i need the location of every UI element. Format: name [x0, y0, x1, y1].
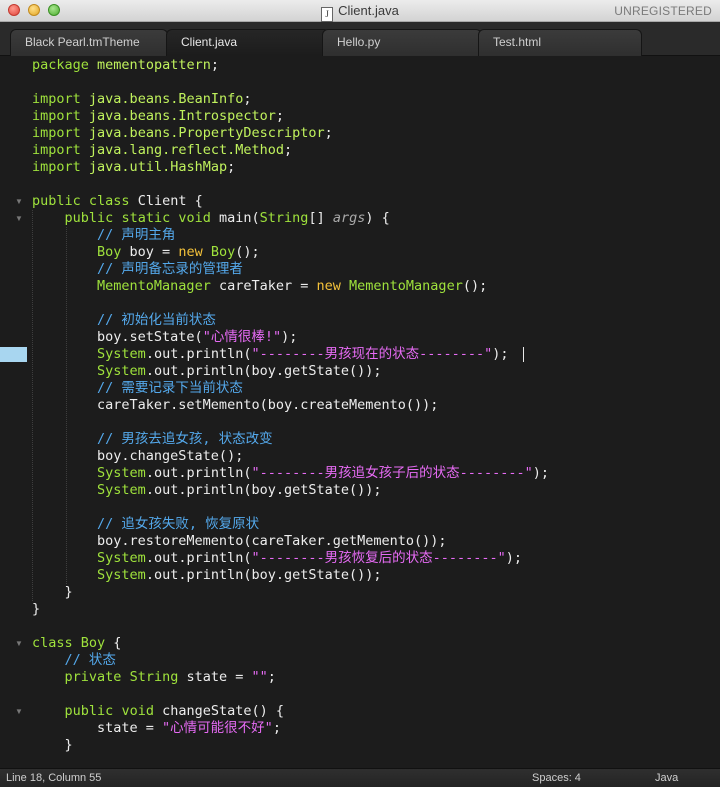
- code-line[interactable]: boy.changeState();: [32, 448, 243, 465]
- indentation-setting[interactable]: Spaces: 4: [532, 769, 581, 787]
- tab-label: Test.html: [493, 35, 542, 49]
- tab-label: Hello.py: [337, 35, 381, 49]
- java-file-icon: J: [321, 7, 334, 22]
- code-line[interactable]: System.out.println("--------男孩恢复后的状态----…: [32, 550, 522, 567]
- tab-hello-py[interactable]: Hello.py: [322, 29, 482, 56]
- text-cursor: [523, 347, 524, 362]
- syntax-selector[interactable]: Java: [655, 769, 678, 787]
- code-line[interactable]: // 状态: [32, 652, 116, 669]
- unregistered-label: UNREGISTERED: [614, 4, 712, 18]
- indent-guide: [66, 227, 67, 584]
- indent-guide: [32, 210, 33, 601]
- code-line[interactable]: import java.beans.BeanInfo;: [32, 91, 252, 108]
- code-line[interactable]: System.out.println(boy.getState());: [32, 482, 381, 499]
- code-line[interactable]: public class Client {: [32, 193, 203, 210]
- fold-arrow-icon[interactable]: ▼: [15, 635, 23, 652]
- code-editor[interactable]: package mementopattern; import java.beans…: [0, 56, 720, 768]
- gutter: [0, 56, 27, 768]
- tab-test-html[interactable]: Test.html: [478, 29, 642, 56]
- code-line[interactable]: // 男孩去追女孩, 状态改变: [32, 431, 273, 448]
- tab-client-java[interactable]: Client.java: [166, 29, 330, 56]
- code-line[interactable]: MementoManager careTaker = new MementoMa…: [32, 278, 487, 295]
- status-bar: Line 18, Column 55 Spaces: 4 Java: [0, 768, 720, 787]
- code-line[interactable]: import java.beans.Introspector;: [32, 108, 284, 125]
- tab-label: Black Pearl.tmTheme: [25, 35, 140, 49]
- code-line[interactable]: // 需要记录下当前状态: [32, 380, 243, 397]
- code-line[interactable]: class Boy {: [32, 635, 121, 652]
- code-line[interactable]: System.out.println(boy.getState());: [32, 363, 381, 380]
- code-line[interactable]: package mementopattern;: [32, 57, 219, 74]
- code-line[interactable]: System.out.println(boy.getState());: [32, 567, 381, 584]
- code-line[interactable]: import java.util.HashMap;: [32, 159, 235, 176]
- tab-label: Client.java: [181, 35, 238, 49]
- title-bar: J Client.java UNREGISTERED: [0, 0, 720, 22]
- window-title: Client.java: [338, 3, 399, 18]
- current-line-marker: [0, 347, 27, 362]
- code-line[interactable]: public static void main(String[] args) {: [32, 210, 390, 227]
- code-line[interactable]: state = "心情可能很不好";: [32, 720, 281, 737]
- code-line[interactable]: private String state = "";: [32, 669, 276, 686]
- window-title-wrap: J Client.java: [0, 3, 720, 22]
- code-line[interactable]: System.out.println("--------男孩追女孩子后的状态--…: [32, 465, 549, 482]
- cursor-position: Line 18, Column 55: [6, 772, 102, 784]
- fold-arrow-icon[interactable]: ▼: [15, 210, 23, 227]
- tab-black-pearl[interactable]: Black Pearl.tmTheme: [10, 29, 168, 56]
- tab-bar: Black Pearl.tmTheme Client.java Hello.py…: [0, 22, 720, 56]
- code-line[interactable]: }: [32, 737, 73, 754]
- fold-arrow-icon[interactable]: ▼: [15, 193, 23, 210]
- code-line[interactable]: careTaker.setMemento(boy.createMemento()…: [32, 397, 438, 414]
- code-line[interactable]: import java.lang.reflect.Method;: [32, 142, 292, 159]
- code-line[interactable]: }: [32, 584, 73, 601]
- code-line[interactable]: boy.setState("心情很棒!");: [32, 329, 297, 346]
- code-line[interactable]: System.out.println("--------男孩现在的状态-----…: [32, 346, 509, 363]
- code-line[interactable]: // 初始化当前状态: [32, 312, 216, 329]
- fold-arrow-icon[interactable]: ▼: [15, 703, 23, 720]
- code-line[interactable]: import java.beans.PropertyDescriptor;: [32, 125, 333, 142]
- code-line[interactable]: boy.restoreMemento(careTaker.getMemento(…: [32, 533, 447, 550]
- code-line[interactable]: public void changeState() {: [32, 703, 284, 720]
- code-line[interactable]: // 声明主角: [32, 227, 175, 244]
- code-line[interactable]: }: [32, 601, 40, 618]
- code-line[interactable]: // 声明备忘录的管理者: [32, 261, 243, 278]
